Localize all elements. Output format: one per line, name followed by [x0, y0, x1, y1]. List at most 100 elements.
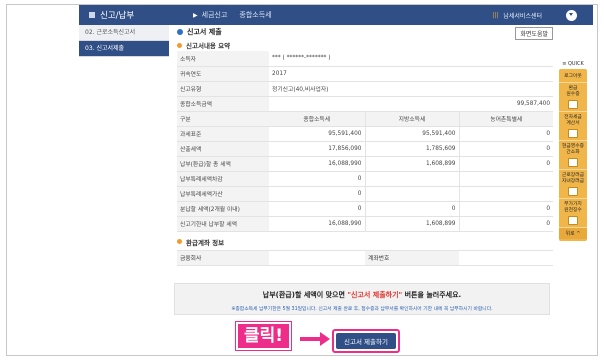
quick-earned-income-credit[interactable]: 근로장려금 자녀장려금 [559, 170, 587, 199]
quick-yearend[interactable]: 현금영수증 간소화 [559, 141, 587, 170]
row-label: 산출세액 [177, 141, 269, 157]
account-label: 계좌번호 [365, 249, 459, 266]
row-label: 신고기한내 납부할 세액 [177, 216, 269, 232]
notice-line-1: 납부(환급)할 세액이 맞으면 "신고서 제출하기" 버튼을 눌러주세요. [175, 290, 549, 300]
cell-income-tax: 0 [269, 186, 365, 202]
page-title-text: 신고서 제출 [187, 28, 222, 36]
table-row: 귀속연도 2017 [177, 66, 554, 82]
taxpayer-value: *** ( ******-******* ) [269, 51, 554, 67]
cell-local-tax: 1,785,609 [364, 141, 459, 157]
row-label: 분납할 세액(2개월 이내) [177, 201, 269, 217]
bullet-icon [177, 29, 183, 35]
notice-line-2: ※종합소득세 납부기한은 5월 31일입니다. 신고서 제출 완료 후, 접수증… [231, 307, 493, 312]
table-row: 납부(환급)할 총 세액 16,088,990 1,608,899 0 [177, 156, 554, 172]
bank-value [269, 249, 365, 266]
breadcrumb-income-tax[interactable]: 종합소득세 [239, 10, 271, 20]
column-header: 종합소득세 [269, 111, 365, 127]
notice-text: 납부(환급)할 세액이 맞으면 [262, 291, 348, 299]
main-content: 신고서 제출 화면도움말 신고서내용 요약 소득자 *** ( ******-*… [177, 25, 554, 266]
quick-label: 부가가치 원천징수 [564, 202, 582, 213]
gear-icon [568, 216, 578, 225]
cell-income-tax: 0 [269, 201, 365, 217]
arrow-right-icon [320, 332, 330, 346]
total-income-value: 99,587,400 [269, 96, 554, 112]
table-header-row: 구분 종합소득세 지방소득세 농어촌특별세 [177, 111, 554, 127]
quick-menu: ≡ QUICK 로그아웃 환급 원수증 전자세금 계산서 현금영수증 간소화 근… [559, 61, 587, 241]
row-label: 신고유형 [177, 81, 269, 97]
breadcrumb-tax-filing[interactable]: ▶ 세금신고 [193, 10, 227, 20]
receipt-icon [568, 100, 578, 109]
refund-account-table: 금융회사 계좌번호 [177, 249, 553, 266]
cell-local-tax [364, 171, 459, 187]
table-row: 납부특례세액가산 0 [177, 186, 554, 202]
nav-item-submit[interactable]: 03. 신고서제출 [79, 41, 169, 57]
notice-highlight: "신고서 제출하기" [347, 291, 403, 299]
table-row: 신고기한내 납부할 세액 16,088,990 1,608,899 0 [177, 216, 554, 232]
cell-local-tax: 1,608,899 [364, 216, 459, 232]
table-row: 산출세액 17,856,090 1,785,609 0 [177, 141, 554, 157]
help-button[interactable]: 화면도움말 [515, 27, 553, 40]
table-row: 종합소득금액 99,587,400 [177, 96, 554, 112]
arrow-shaft [300, 337, 322, 341]
cell-rural-tax: 0 [458, 156, 554, 172]
heart-icon [568, 187, 578, 196]
nav-item-income-form[interactable]: 02. 근로소득신고서 [79, 25, 169, 41]
submit-return-button[interactable]: 신고서 제출하기 [336, 333, 396, 349]
submit-notice: 납부(환급)할 세액이 맞으면 "신고서 제출하기" 버튼을 눌러주세요. ※종… [174, 283, 550, 315]
top-nav-bar: 신고/납부 ▶ 세금신고 종합소득세 ||| 납세서비스센터 [79, 5, 593, 25]
quick-menu-title: ≡ QUICK [562, 61, 584, 67]
quick-label: 환급 원수증 [566, 86, 580, 97]
service-center-label: 납세서비스센터 [503, 12, 542, 20]
left-nav: 02. 근로소득신고서 03. 신고서제출 [79, 25, 169, 57]
table-row: 신고유형 정기신고(40,비사업자) [177, 81, 554, 97]
cell-rural-tax: 0 [458, 201, 554, 217]
quick-label: 전자세금 계산서 [564, 115, 582, 126]
table-row: 소득자 *** ( ******-******* ) [177, 51, 554, 67]
column-header: 구분 [177, 111, 269, 127]
column-header: 농어촌특별세 [458, 111, 554, 127]
bullet-icon [177, 42, 182, 48]
breadcrumb-label: 세금신고 [201, 11, 228, 19]
row-label: 종합소득금액 [177, 96, 269, 112]
cell-income-tax: 16,088,990 [269, 216, 365, 232]
row-label: 납부(환급)할 총 세액 [177, 156, 269, 172]
cell-local-tax [364, 186, 459, 202]
calculator-icon [568, 158, 578, 167]
row-label: 귀속연도 [177, 66, 269, 82]
table-row: 납부특례세액차감 0 [177, 171, 554, 187]
bars-icon: ||| [492, 11, 499, 19]
invoice-icon [568, 129, 578, 138]
scroll-top-button[interactable]: 위로 ^ [559, 228, 587, 239]
menu-title-label: 신고/납부 [100, 11, 135, 21]
cell-local-tax: 95,591,400 [364, 126, 459, 142]
year-value: 2017 [269, 66, 554, 82]
table-row: 과세표준 95,591,400 95,591,400 0 [177, 126, 554, 142]
click-annotation: 클릭! [236, 322, 292, 350]
row-label: 소득자 [177, 51, 269, 67]
quick-vat[interactable]: 부가가치 원천징수 [559, 199, 587, 228]
cell-income-tax: 16,088,990 [269, 156, 365, 172]
notice-text: 버튼을 눌러주세요. [402, 291, 462, 299]
account-value [459, 249, 553, 266]
quick-refund-receipt[interactable]: 환급 원수증 [559, 83, 587, 112]
menu-icon [89, 12, 95, 18]
row-label: 납부특례세액가산 [177, 186, 269, 202]
submit-highlight: 신고서 제출하기 [332, 329, 400, 353]
row-label: 납부특례세액차감 [177, 171, 269, 187]
summary-heading-text: 신고서내용 요약 [186, 42, 231, 50]
quick-logout[interactable]: 로그아웃 [559, 71, 587, 83]
cell-income-tax: 17,856,090 [269, 141, 365, 157]
menu-title[interactable]: 신고/납부 [89, 9, 193, 21]
cell-income-tax: 95,591,400 [269, 126, 365, 142]
cell-rural-tax [458, 171, 554, 187]
summary-table: 소득자 *** ( ******-******* ) 귀속연도 2017 신고유… [177, 51, 554, 232]
breadcrumb-label: 종합소득세 [239, 11, 272, 19]
quick-label: 근로장려금 자녀장려금 [561, 173, 585, 184]
refund-heading: 환급계좌 정보 [177, 236, 553, 248]
chevron-right-icon: ▶ [193, 11, 198, 19]
service-center-link[interactable]: ||| 납세서비스센터 [492, 11, 542, 20]
page-title: 신고서 제출 [177, 25, 553, 39]
table-row: 금융회사 계좌번호 [177, 249, 553, 266]
quick-e-invoice[interactable]: 전자세금 계산서 [559, 112, 587, 141]
dropdown-icon[interactable] [566, 9, 577, 21]
